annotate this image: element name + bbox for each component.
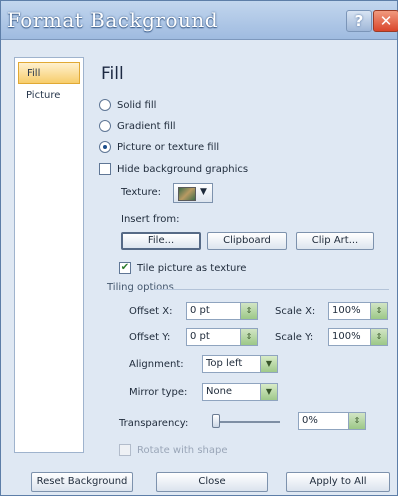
tile-texture-option[interactable]: ✔ Tile picture as texture <box>119 260 246 276</box>
transparency-slider-thumb[interactable] <box>212 414 220 428</box>
category-sidebar: Fill Picture <box>14 57 84 453</box>
offset-y-value: 0 pt <box>190 331 210 342</box>
rotate-with-shape-label: Rotate with shape <box>137 444 228 456</box>
offset-y-spinner-icon[interactable]: ⇕ <box>240 329 257 345</box>
hide-background-graphics-option[interactable]: Hide background graphics <box>99 161 248 177</box>
hide-background-graphics-label: Hide background graphics <box>117 163 249 175</box>
rotate-with-shape-option: Rotate with shape <box>119 442 228 458</box>
offset-x-value: 0 pt <box>190 305 210 316</box>
transparency-slider-track[interactable] <box>214 421 280 423</box>
solid-fill-radio[interactable] <box>99 99 111 111</box>
offset-x-input[interactable]: 0 pt ⇕ <box>186 302 258 320</box>
scale-x-label: Scale X: <box>275 306 316 317</box>
reset-background-button[interactable]: Reset Background <box>31 472 133 492</box>
section-heading: Fill <box>101 64 124 84</box>
texture-swatch-icon <box>178 187 196 201</box>
gradient-fill-radio[interactable] <box>99 120 111 132</box>
gradient-fill-option[interactable]: Gradient fill <box>99 118 176 134</box>
sidebar-item-picture[interactable]: Picture <box>18 85 80 107</box>
scale-y-value: 100% <box>332 331 361 342</box>
scale-x-input[interactable]: 100% ⇕ <box>328 302 388 320</box>
picture-texture-fill-option[interactable]: Picture or texture fill <box>99 139 219 155</box>
alignment-select[interactable]: Top left ▼ <box>202 355 278 373</box>
close-icon[interactable]: ✕ <box>373 10 398 32</box>
mirror-type-select[interactable]: None ▼ <box>202 383 278 401</box>
clip-art-button[interactable]: Clip Art... <box>296 232 374 250</box>
insert-from-label: Insert from: <box>121 214 180 225</box>
scale-y-spinner-icon[interactable]: ⇕ <box>370 329 387 345</box>
fill-panel: Fill Solid fill Gradient fill Picture or… <box>91 57 393 456</box>
title-bar: Format Background ? ✕ <box>1 1 398 40</box>
scale-y-input[interactable]: 100% ⇕ <box>328 328 388 346</box>
alignment-chevron-down-icon[interactable]: ▼ <box>260 356 277 372</box>
texture-label: Texture: <box>121 187 161 198</box>
dialog-title: Format Background <box>7 8 219 32</box>
mirror-type-label: Mirror type: <box>129 387 188 398</box>
alignment-label: Alignment: <box>129 359 184 370</box>
file-button[interactable]: File... <box>121 232 201 250</box>
transparency-spinner-icon[interactable]: ⇕ <box>348 413 365 429</box>
alignment-value: Top left <box>206 358 243 369</box>
picture-texture-fill-label: Picture or texture fill <box>117 141 220 153</box>
offset-x-label: Offset X: <box>129 306 173 317</box>
gradient-fill-label: Gradient fill <box>117 120 176 132</box>
transparency-label: Transparency: <box>119 418 189 429</box>
offset-x-spinner-icon[interactable]: ⇕ <box>240 303 257 319</box>
mirror-type-value: None <box>206 386 233 397</box>
sidebar-item-fill[interactable]: Fill <box>18 62 80 84</box>
picture-texture-fill-radio[interactable] <box>99 141 111 153</box>
offset-y-input[interactable]: 0 pt ⇕ <box>186 328 258 346</box>
scale-x-value: 100% <box>332 305 361 316</box>
hide-background-graphics-checkbox[interactable] <box>99 163 111 175</box>
rotate-with-shape-checkbox <box>119 444 131 456</box>
tile-texture-label: Tile picture as texture <box>137 262 247 274</box>
offset-y-label: Offset Y: <box>129 332 171 343</box>
transparency-input[interactable]: 0% ⇕ <box>298 412 366 430</box>
solid-fill-label: Solid fill <box>117 99 157 111</box>
tile-texture-checkbox[interactable]: ✔ <box>119 262 131 274</box>
help-button[interactable]: ? <box>346 10 372 32</box>
scale-y-label: Scale Y: <box>275 332 314 343</box>
texture-dropdown[interactable]: ▼ <box>173 183 213 203</box>
tiling-options-title: Tiling options <box>107 282 174 293</box>
clipboard-button[interactable]: Clipboard <box>207 232 287 250</box>
solid-fill-option[interactable]: Solid fill <box>99 97 156 113</box>
tiling-options-divider <box>153 289 389 290</box>
mirror-type-chevron-down-icon[interactable]: ▼ <box>260 384 277 400</box>
apply-to-all-button[interactable]: Apply to All <box>286 472 390 492</box>
chevron-down-icon: ▼ <box>200 187 207 197</box>
transparency-value: 0% <box>302 415 318 426</box>
format-background-dialog: Format Background ? ✕ Fill Picture Fill … <box>0 0 398 496</box>
scale-x-spinner-icon[interactable]: ⇕ <box>370 303 387 319</box>
close-button[interactable]: Close <box>156 472 268 492</box>
